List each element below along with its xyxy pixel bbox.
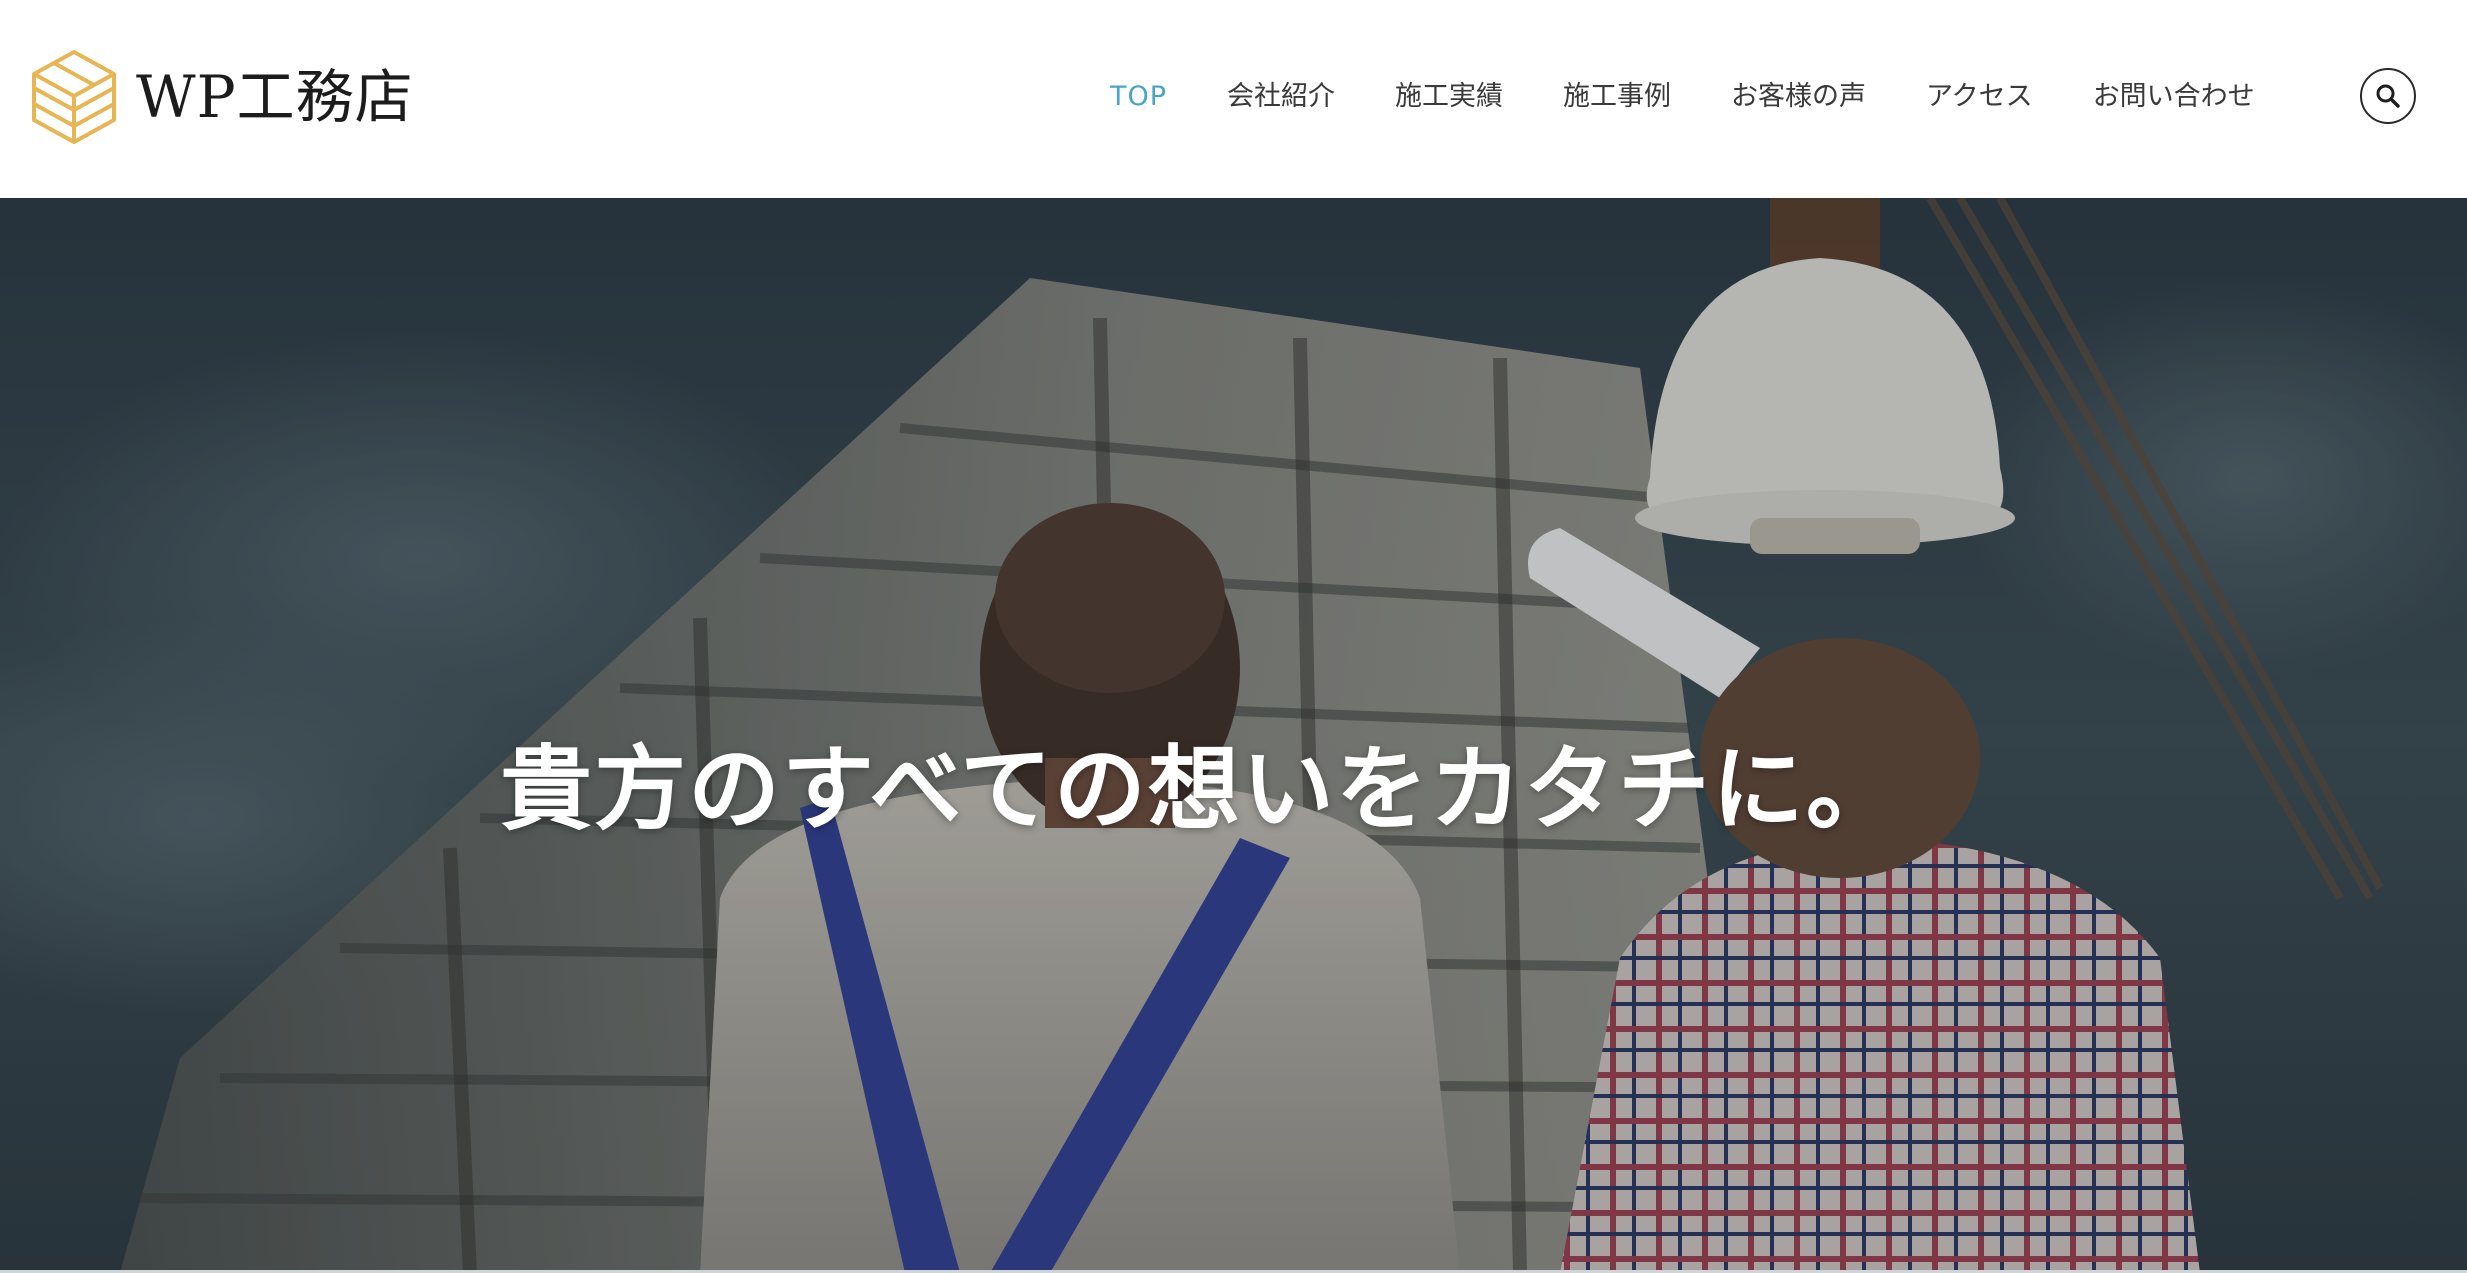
nav-item-access[interactable]: アクセス	[1896, 62, 2063, 132]
logo-text: WP工務店	[136, 63, 414, 131]
nav-item-contact[interactable]: お問い合わせ	[2063, 62, 2285, 132]
nav-item-top[interactable]: TOP	[1080, 62, 1197, 132]
isometric-stacked-cube-icon	[32, 50, 116, 144]
site-logo[interactable]: WP工務店	[30, 48, 450, 148]
hero-title: 貴方のすべての想いをカタチに。	[500, 735, 1900, 843]
hero-section: 貴方のすべての想いをカタチに。	[0, 198, 2467, 1273]
main-nav: TOP 会社紹介 施工実績 施工事例 お客様の声 アクセス お問い合わせ	[1080, 62, 2285, 132]
search-button[interactable]	[2360, 68, 2416, 124]
search-icon	[2376, 84, 2400, 108]
nav-item-company[interactable]: 会社紹介	[1197, 62, 1365, 132]
nav-item-works[interactable]: 施工実績	[1365, 62, 1533, 132]
nav-item-testimonials[interactable]: お客様の声	[1701, 62, 1896, 132]
nav-item-cases[interactable]: 施工事例	[1533, 62, 1701, 132]
site-header: WP工務店 TOP 会社紹介 施工実績 施工事例 お客様の声 アクセス お問い合…	[0, 0, 2467, 198]
